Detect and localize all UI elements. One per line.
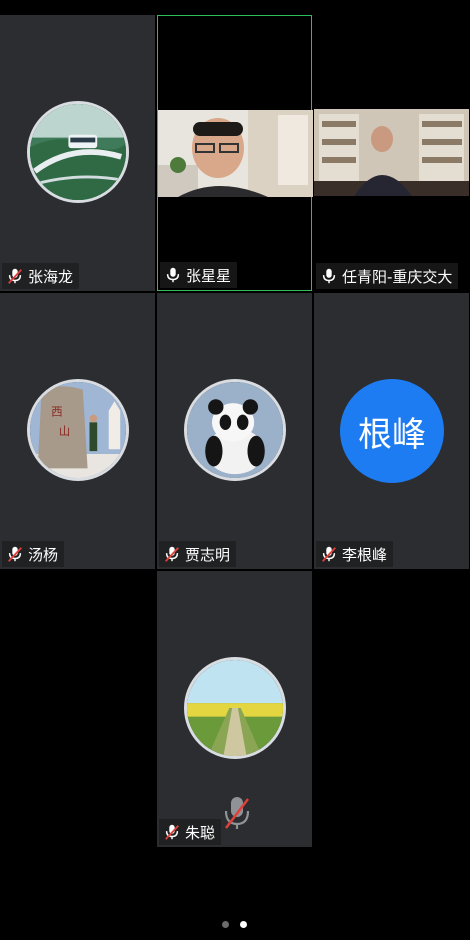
name-label: 朱聪 — [159, 819, 222, 845]
avatar: 西 山 — [27, 379, 129, 481]
participant-tile-6[interactable]: 根峰 李根峰 — [314, 293, 469, 569]
field-avatar-image — [187, 660, 283, 756]
avatar — [184, 657, 286, 759]
mic-muted-icon — [8, 268, 22, 284]
participant-name: 任青阳-重庆交大 — [342, 267, 453, 286]
name-label: 汤杨 — [2, 541, 65, 567]
mic-icon — [322, 268, 336, 284]
video-feed — [314, 109, 469, 196]
participant-name: 张星星 — [186, 266, 232, 285]
mic-icon — [166, 267, 180, 283]
page-indicator[interactable] — [222, 921, 247, 928]
svg-text:山: 山 — [59, 424, 71, 438]
mic-muted-icon — [322, 546, 336, 562]
participant-tile-1[interactable]: 张海龙 — [0, 15, 155, 291]
speaker-video-image — [314, 109, 469, 196]
mic-muted-icon — [8, 546, 22, 562]
mic-muted-icon — [165, 824, 179, 840]
video-feed — [158, 110, 313, 197]
participant-tile-3[interactable]: 任青阳-重庆交大 — [314, 15, 469, 291]
participant-name: 朱聪 — [185, 823, 216, 842]
name-label: 张星星 — [160, 262, 238, 288]
name-label: 张海龙 — [2, 263, 80, 289]
mic-muted-icon — [165, 546, 179, 562]
participant-tile-2[interactable]: 张星星 — [157, 15, 313, 291]
participant-name: 汤杨 — [28, 545, 59, 564]
participant-tile-5[interactable]: 贾志明 — [157, 293, 312, 569]
participant-name: 张海龙 — [28, 267, 74, 286]
page-dot-2[interactable] — [240, 921, 247, 928]
speaker-video-image — [158, 110, 313, 197]
name-label: 李根峰 — [316, 541, 394, 567]
page-dot-1[interactable] — [222, 921, 229, 928]
participant-name: 李根峰 — [342, 545, 388, 564]
name-label: 任青阳-重庆交大 — [316, 263, 459, 289]
svg-text:西: 西 — [51, 405, 63, 419]
avatar — [184, 379, 286, 481]
participant-tile-7[interactable]: 朱聪 — [157, 571, 312, 847]
avatar — [27, 101, 129, 203]
mic-muted-icon — [224, 797, 250, 829]
participant-tile-4[interactable]: 西 山 汤杨 — [0, 293, 155, 569]
name-label: 贾志明 — [159, 541, 237, 567]
avatar-initials: 根峰 — [340, 379, 444, 483]
monument-avatar-image: 西 山 — [30, 382, 126, 478]
train-avatar-image — [30, 104, 126, 200]
panda-avatar-image — [187, 382, 283, 478]
participant-name: 贾志明 — [185, 545, 231, 564]
